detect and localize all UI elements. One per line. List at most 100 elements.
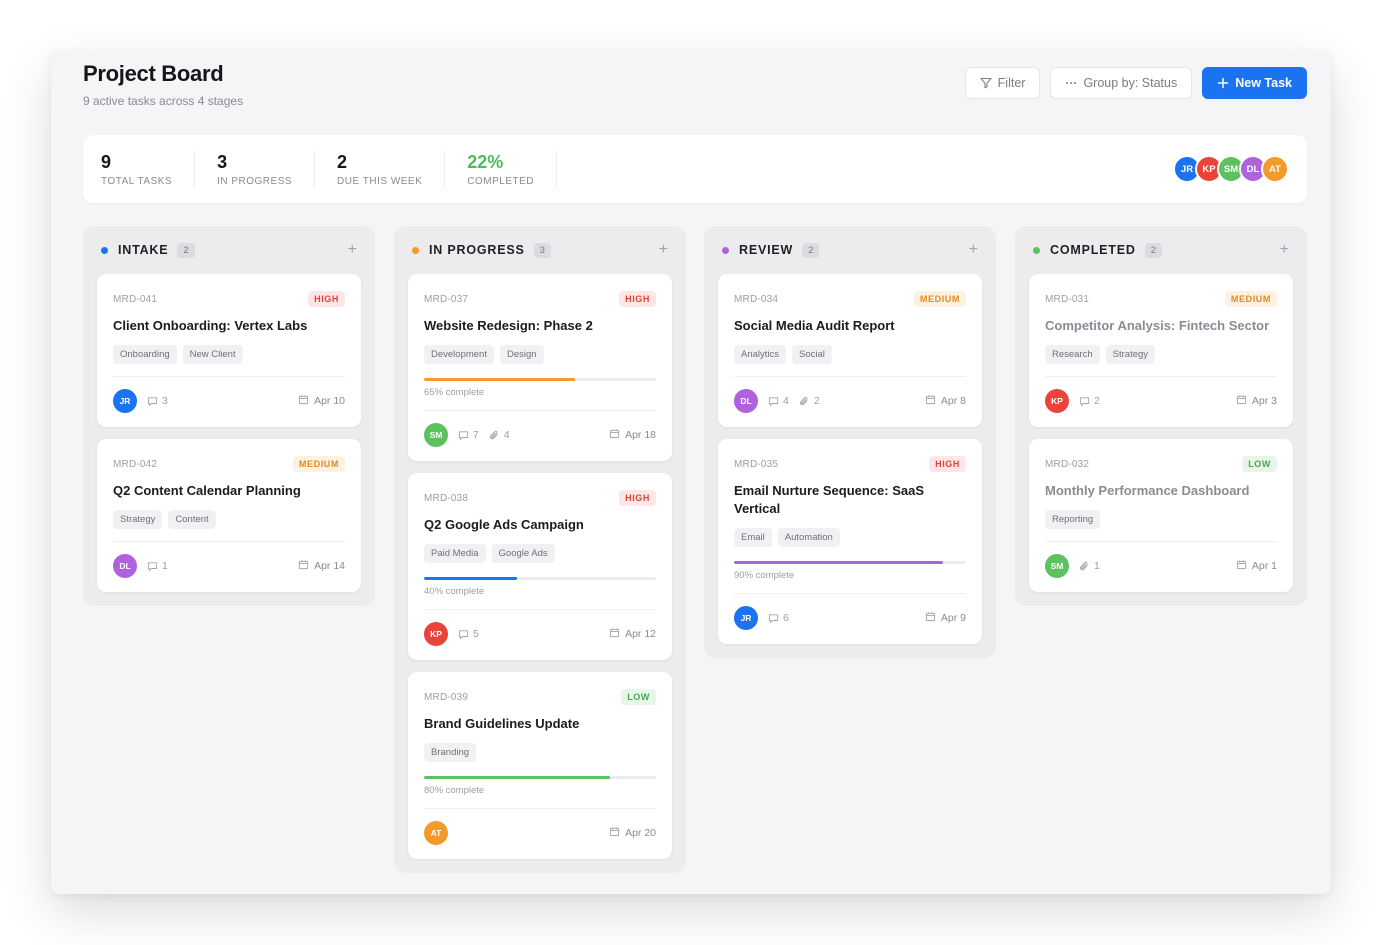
task-title: Brand Guidelines Update xyxy=(424,716,580,731)
divider xyxy=(734,593,966,594)
tag[interactable]: Paid Media xyxy=(424,544,486,563)
divider xyxy=(424,609,656,610)
attachment-count-value: 1 xyxy=(1094,560,1100,572)
task-card[interactable]: MRD-034 MEDIUM Social Media Audit Report An… xyxy=(718,274,982,427)
add-card-icon[interactable]: + xyxy=(659,242,668,258)
column-intake: INTAKE 2 + MRD-041 HIGH Client Onboarding: Ve… xyxy=(83,226,375,606)
due-date-value: Apr 10 xyxy=(314,395,345,407)
calendar-icon xyxy=(925,394,936,408)
task-id: MRD-035 xyxy=(734,458,779,470)
team-avatars[interactable]: JR KP SM DL AT xyxy=(1173,155,1289,183)
group-by-button[interactable]: Group by: Status xyxy=(1050,67,1193,99)
comment-count[interactable]: 5 xyxy=(458,628,479,640)
stat-completed: 22% Completed xyxy=(467,151,557,187)
tag-list: Paid Media Google Ads xyxy=(424,544,656,563)
add-card-icon[interactable]: + xyxy=(969,242,978,258)
tag[interactable]: Google Ads xyxy=(491,544,555,563)
progress-bar xyxy=(424,776,656,779)
column-count: 2 xyxy=(802,242,820,258)
comment-icon xyxy=(1079,396,1090,407)
tag[interactable]: Email xyxy=(734,528,772,547)
progress: 80% complete xyxy=(424,776,656,796)
comment-count[interactable]: 2 xyxy=(1079,395,1100,407)
comment-count[interactable]: 7 xyxy=(458,429,479,441)
task-card[interactable]: MRD-032 LOW Monthly Performance Dashboard R… xyxy=(1029,439,1293,592)
tag[interactable]: Branding xyxy=(424,743,477,762)
status-dot xyxy=(722,246,729,254)
due-date-value: Apr 9 xyxy=(940,612,966,624)
card-footer: JR 3 Apr 10 xyxy=(113,389,345,413)
tag[interactable]: Social xyxy=(792,345,832,364)
filter-icon xyxy=(980,77,992,89)
task-card[interactable]: MRD-041 HIGH Client Onboarding: Vertex Lab… xyxy=(97,274,361,427)
task-id: MRD-039 xyxy=(424,691,469,703)
calendar-icon xyxy=(1236,559,1247,573)
due-date: Apr 8 xyxy=(925,394,966,408)
comment-icon xyxy=(768,613,779,624)
assignee-avatar[interactable]: SM xyxy=(1045,554,1069,578)
stat-label: Total Tasks xyxy=(101,175,173,187)
progress-bar xyxy=(424,378,656,381)
progress-label: 65% complete xyxy=(424,387,485,398)
assignee-avatar[interactable]: JR xyxy=(734,606,758,630)
assignee-avatar[interactable]: DL xyxy=(113,554,137,578)
divider xyxy=(424,808,656,809)
tag[interactable]: Automation xyxy=(777,528,840,547)
tag[interactable]: Strategy xyxy=(113,510,163,529)
avatar[interactable]: AT xyxy=(1261,155,1289,183)
stat-total-tasks: 9 Total Tasks xyxy=(101,151,196,187)
task-id: MRD-037 xyxy=(424,293,469,305)
tag[interactable]: Design xyxy=(499,345,544,364)
comment-count[interactable]: 6 xyxy=(768,612,789,624)
assignee-avatar[interactable]: JR xyxy=(113,389,137,413)
progress-fill xyxy=(424,378,575,381)
column-completed: COMPLETED 2 + MRD-031 MEDIUM Competitor Analy… xyxy=(1015,226,1307,606)
tag[interactable]: Onboarding xyxy=(113,345,177,364)
assignee-avatar[interactable]: SM xyxy=(424,423,448,447)
add-card-icon[interactable]: + xyxy=(1280,242,1289,258)
assignee-avatar[interactable]: DL xyxy=(734,389,758,413)
tag[interactable]: Analytics xyxy=(734,345,787,364)
tag[interactable]: Research xyxy=(1045,345,1100,364)
comment-count[interactable]: 4 xyxy=(768,395,789,407)
due-date: Apr 1 xyxy=(1236,559,1277,573)
priority-badge: MEDIUM xyxy=(913,291,966,307)
comment-count-value: 2 xyxy=(1094,395,1100,407)
comment-count[interactable]: 1 xyxy=(147,560,168,572)
task-title: Website Redesign: Phase 2 xyxy=(424,318,593,333)
task-card[interactable]: MRD-035 HIGH Email Nurture Sequence: SaaS … xyxy=(718,439,982,644)
due-date: Apr 18 xyxy=(609,428,656,442)
task-title: Competitor Analysis: Fintech Sector xyxy=(1045,318,1270,333)
comment-count[interactable]: 3 xyxy=(147,395,168,407)
task-card[interactable]: MRD-031 MEDIUM Competitor Analysis: Fintec… xyxy=(1029,274,1293,427)
assignee-avatar[interactable]: AT xyxy=(424,821,448,845)
task-card[interactable]: MRD-042 MEDIUM Q2 Content Calendar Plannin… xyxy=(97,439,361,592)
card-footer: AT Apr 20 xyxy=(424,821,656,845)
tag[interactable]: Strategy xyxy=(1105,345,1156,364)
attachment-count[interactable]: 1 xyxy=(1079,560,1100,572)
card-footer: DL 4 2 Apr 8 xyxy=(734,389,966,413)
attachment-count[interactable]: 4 xyxy=(489,429,510,441)
column-header: REVIEW 2 + xyxy=(718,226,982,274)
task-card[interactable]: MRD-039 LOW Brand Guidelines Update Brandin… xyxy=(408,672,672,859)
tag[interactable]: Content xyxy=(168,510,216,529)
tag[interactable]: Reporting xyxy=(1045,510,1101,529)
task-id: MRD-034 xyxy=(734,293,779,305)
divider xyxy=(1045,541,1277,542)
stat-label: Due This Week xyxy=(337,175,423,187)
tag[interactable]: New Client xyxy=(182,345,243,364)
add-card-icon[interactable]: + xyxy=(348,242,357,258)
assignee-avatar[interactable]: KP xyxy=(424,622,448,646)
attachment-count[interactable]: 2 xyxy=(799,395,820,407)
due-date-value: Apr 8 xyxy=(940,395,966,407)
task-card[interactable]: MRD-038 HIGH Q2 Google Ads Campaign Paid Me… xyxy=(408,473,672,660)
tag[interactable]: Development xyxy=(424,345,494,364)
assignee-avatar[interactable]: KP xyxy=(1045,389,1069,413)
divider xyxy=(734,376,966,377)
task-card[interactable]: MRD-037 HIGH Website Redesign: Phase 2 Deve… xyxy=(408,274,672,461)
new-task-button[interactable]: New Task xyxy=(1202,67,1307,99)
filter-button[interactable]: Filter xyxy=(964,67,1041,99)
tag-list: Onboarding New Client xyxy=(113,345,345,364)
stat-value: 22% xyxy=(467,151,504,172)
due-date: Apr 20 xyxy=(609,826,656,840)
